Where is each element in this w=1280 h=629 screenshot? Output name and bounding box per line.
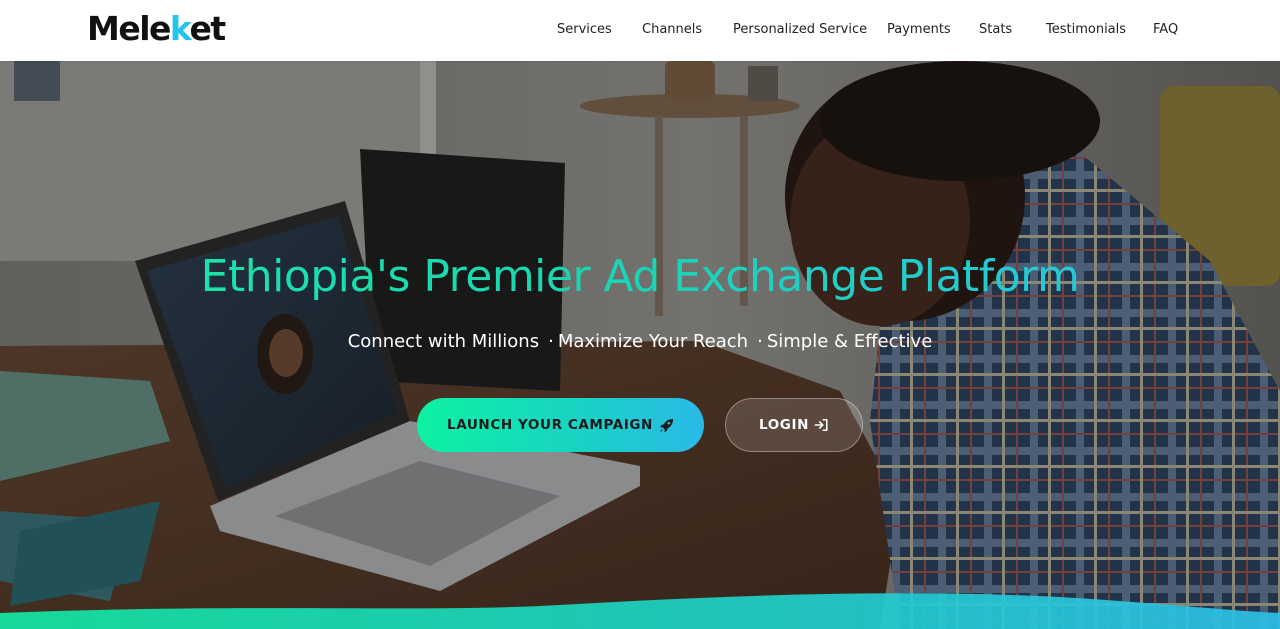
- sign-in-icon: [814, 418, 829, 432]
- login-label: LOGIN: [759, 417, 809, 433]
- hero-subtitle: Connect with Millions · Maximize Your Reac…: [0, 331, 1280, 352]
- hero-title: Ethiopia's Premier Ad Exchange Platform: [0, 251, 1280, 302]
- subtitle-separator: ·: [548, 331, 554, 352]
- nav-link-stats[interactable]: Stats: [979, 22, 1012, 37]
- subtitle-separator: ·: [757, 331, 763, 352]
- rocket-icon: [659, 418, 674, 433]
- logo-text-part3: et: [189, 9, 226, 48]
- nav-link-testimonials[interactable]: Testimonials: [1046, 22, 1126, 37]
- launch-campaign-label: LAUNCH YOUR CAMPAIGN: [447, 417, 653, 433]
- nav-link-payments[interactable]: Payments: [887, 22, 951, 37]
- nav-link-personalized-service[interactable]: Personalized Service: [733, 22, 867, 37]
- logo-text-part1: Mele: [87, 9, 171, 48]
- nav-link-services[interactable]: Services: [557, 22, 612, 37]
- logo-text-accent: k: [169, 9, 191, 48]
- nav-link-faq[interactable]: FAQ: [1153, 22, 1178, 37]
- subtitle-item-3: Simple & Effective: [766, 331, 933, 352]
- login-button[interactable]: LOGIN: [725, 398, 863, 452]
- hero-section: Ethiopia's Premier Ad Exchange Platform …: [0, 61, 1280, 629]
- navbar: Meleket Services Channels Personalized S…: [0, 0, 1280, 61]
- nav-link-channels[interactable]: Channels: [642, 22, 702, 37]
- hero-bottom-wave: [0, 593, 1280, 629]
- launch-campaign-button[interactable]: LAUNCH YOUR CAMPAIGN: [417, 398, 704, 452]
- subtitle-item-1: Connect with Millions: [347, 331, 540, 352]
- logo[interactable]: Meleket: [87, 9, 226, 49]
- subtitle-item-2: Maximize Your Reach: [557, 331, 749, 352]
